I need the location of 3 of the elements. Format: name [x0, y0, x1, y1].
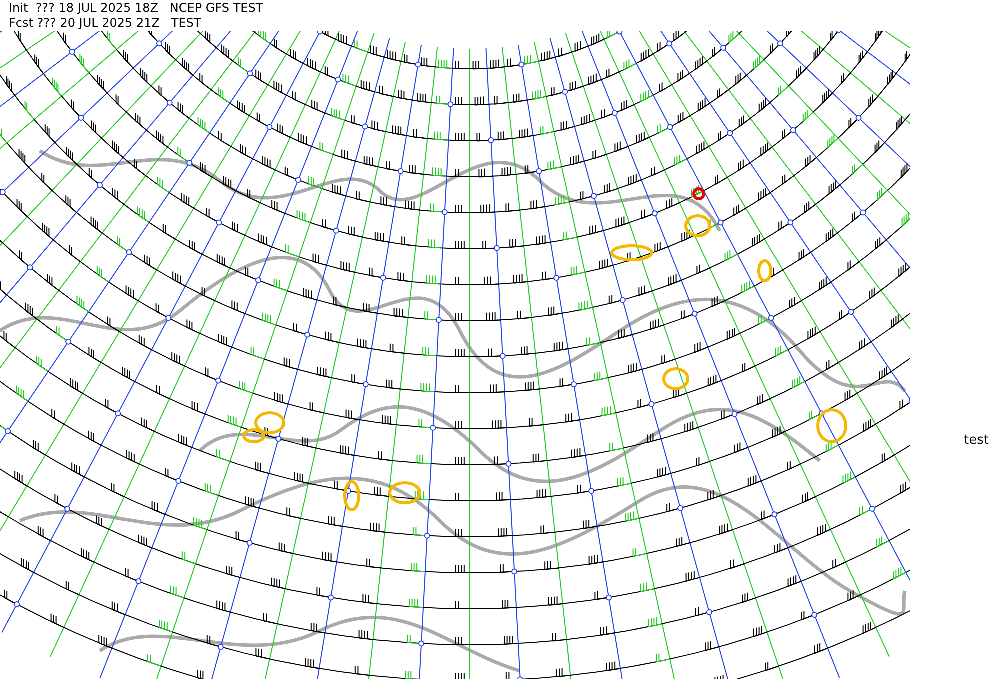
init-time-line: Init ??? 18 JUL 2025 18Z NCEP GFS TEST	[9, 1, 264, 16]
side-label: test	[964, 433, 989, 448]
forecast-time-line: Fcst ??? 20 JUL 2025 21Z TEST	[9, 16, 202, 31]
